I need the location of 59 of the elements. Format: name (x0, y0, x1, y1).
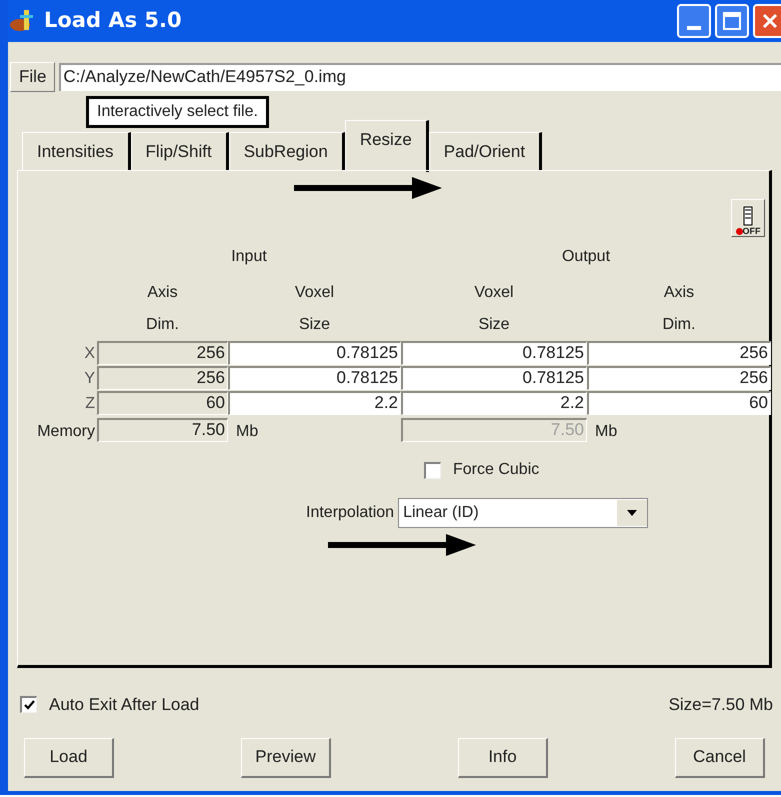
number-field[interactable]: 256 (587, 341, 771, 365)
maximize-icon (723, 12, 741, 30)
number-field[interactable]: 60 (587, 391, 771, 415)
memory-label: Memory (37, 422, 95, 442)
number-field[interactable]: 60 (97, 391, 228, 415)
axis-label: X (84, 344, 95, 364)
column-header: Voxel (294, 283, 334, 303)
interpolation-label: Interpolation (306, 503, 394, 523)
minimize-button[interactable] (677, 4, 711, 38)
toggle-label: OFF (736, 226, 760, 236)
dialog-button[interactable]: Load (24, 738, 114, 778)
checkbox-label: Auto Exit After Load (49, 694, 200, 716)
close-icon (762, 13, 778, 29)
tooltip: Interactively select file. (86, 96, 269, 128)
dialog-button[interactable]: Preview (241, 738, 331, 778)
size-label: Size=7.50 Mb (668, 694, 773, 716)
number-field[interactable]: 0.78125 (401, 341, 587, 365)
checkbox[interactable] (424, 462, 441, 478)
checkbox[interactable] (20, 696, 37, 714)
number-field[interactable]: 0.78125 (228, 341, 401, 365)
toggle-button[interactable]: OFF (731, 199, 765, 237)
group-header: Output (562, 247, 610, 267)
number-field[interactable]: 0.78125 (401, 366, 587, 390)
maximize-button[interactable] (715, 4, 749, 38)
tab[interactable]: SubRegion (228, 132, 345, 170)
column-header: Dim. (662, 315, 696, 335)
tab[interactable]: Intensities (22, 132, 131, 170)
number-field[interactable]: 2.2 (401, 391, 587, 415)
number-field[interactable]: 256 (587, 366, 771, 390)
number-field[interactable]: 256 (97, 366, 228, 390)
axis-label: Z (85, 394, 95, 414)
file-button[interactable]: File (10, 62, 56, 92)
unit-label: Mb (595, 422, 618, 442)
axis-label: Y (84, 368, 95, 388)
tab[interactable]: Resize (344, 120, 429, 172)
number-field[interactable]: 256 (97, 341, 228, 365)
column-header: Size (478, 315, 510, 335)
dialog-button[interactable]: Info (458, 738, 548, 778)
tab[interactable]: Pad/Orient (428, 132, 542, 170)
group-header: Input (231, 247, 267, 267)
minimize-icon (687, 26, 701, 30)
column-header: Voxel (474, 283, 514, 303)
interpolation-dropdown[interactable]: Linear (ID) (398, 498, 648, 528)
column-header: Size (298, 315, 330, 335)
file-path-field[interactable]: C:/Analyze/NewCath/E4957S2_0.img (59, 63, 781, 91)
column-header: Dim. (146, 315, 179, 335)
close-button[interactable] (753, 4, 781, 38)
window-title: Load As 5.0 (44, 7, 182, 34)
number-field[interactable]: 2.2 (228, 391, 401, 415)
checkmark-icon (24, 700, 34, 711)
checkbox-label: Force Cubic (453, 460, 540, 480)
number-field[interactable]: 7.50 (97, 418, 228, 442)
document-icon (743, 206, 753, 226)
column-header: Axis (664, 283, 694, 303)
dialog-button[interactable]: Cancel (675, 738, 765, 778)
column-header: Axis (147, 283, 178, 303)
number-field[interactable]: 0.78125 (228, 366, 401, 390)
tab[interactable]: Flip/Shift (130, 132, 229, 170)
unit-label: Mb (236, 422, 258, 442)
